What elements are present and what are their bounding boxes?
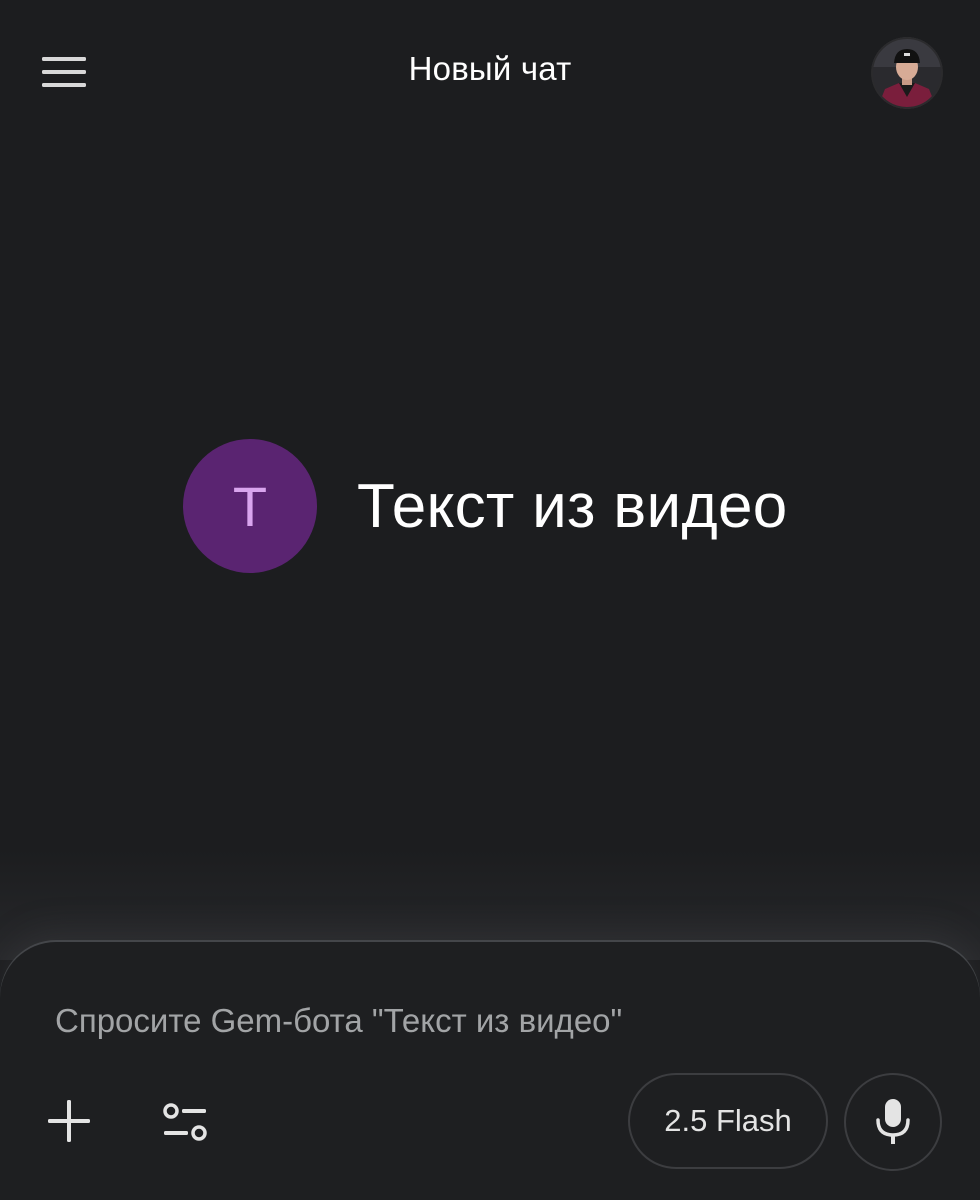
gem-header: Т Текст из видео	[183, 438, 788, 574]
plus-icon	[48, 1100, 90, 1142]
gem-name: Текст из видео	[357, 471, 788, 541]
menu-button[interactable]	[28, 44, 100, 100]
gem-initial: Т	[232, 474, 268, 538]
composer-panel	[0, 942, 980, 1200]
user-avatar[interactable]	[871, 37, 943, 109]
gem-avatar: Т	[183, 439, 317, 573]
app-screen: Новый чат Т Текст из видео Спросите Gem-…	[0, 0, 980, 1200]
add-button[interactable]	[36, 1088, 102, 1154]
page-title: Новый чат	[408, 50, 572, 87]
prompt-input[interactable]: Спросите Gem-бота "Текст из видео"	[55, 1002, 622, 1040]
hamburger-menu-icon	[42, 57, 86, 87]
tools-button[interactable]	[152, 1090, 218, 1156]
microphone-button[interactable]	[844, 1073, 942, 1171]
microphone-icon	[876, 1099, 910, 1144]
model-selector-button[interactable]: 2.5 Flash	[628, 1073, 828, 1169]
sliders-icon	[163, 1103, 207, 1141]
model-label: 2.5 Flash	[664, 1103, 792, 1138]
avatar-image	[871, 37, 943, 109]
top-bar: Новый чат	[0, 0, 980, 145]
